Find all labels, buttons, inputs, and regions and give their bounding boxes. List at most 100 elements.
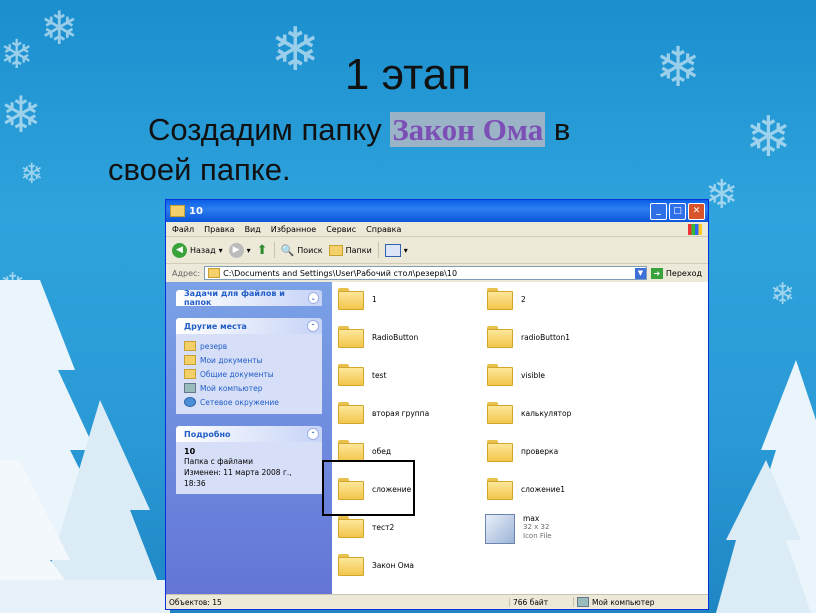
slide-instruction: Создадим папку Закон Ома в своей папке. bbox=[108, 110, 708, 190]
network-icon bbox=[184, 397, 196, 407]
place-item-my-documents[interactable]: Мои документы bbox=[184, 353, 314, 367]
forward-button[interactable]: ▶ ▾ bbox=[228, 242, 251, 258]
folder-icon bbox=[170, 205, 185, 217]
views-button[interactable]: ▾ bbox=[384, 243, 408, 257]
computer-icon bbox=[184, 383, 196, 393]
back-button[interactable]: ◀ Назад ▾ bbox=[172, 242, 223, 258]
snowflake-decoration: ❄ bbox=[745, 105, 792, 170]
snowflake-decoration: ❄ bbox=[20, 157, 44, 190]
menu-file[interactable]: Файл bbox=[172, 225, 194, 234]
details-panel-header[interactable]: Подробно ⌃ bbox=[176, 426, 322, 442]
folder-icon bbox=[487, 326, 513, 348]
status-bar: Объектов: 15 766 байт Мой компьютер bbox=[166, 594, 708, 609]
folder-item[interactable]: 1 bbox=[338, 288, 377, 310]
collapse-icon[interactable]: ⌃ bbox=[307, 428, 319, 440]
folder-item[interactable]: вторая группа bbox=[338, 402, 429, 424]
folder-icon bbox=[338, 326, 364, 348]
folder-item[interactable]: обед bbox=[338, 440, 391, 462]
file-item[interactable]: max 32 x 32 Icon File bbox=[485, 514, 552, 544]
folder-item[interactable]: тест2 bbox=[338, 516, 394, 538]
folder-label: 2 bbox=[521, 294, 526, 304]
place-item-network[interactable]: Сетевое окружение bbox=[184, 395, 314, 409]
highlight-frame bbox=[322, 460, 415, 516]
folder-icon bbox=[487, 478, 513, 500]
place-item-my-computer[interactable]: Мой компьютер bbox=[184, 381, 314, 395]
back-label: Назад bbox=[190, 245, 216, 255]
details-panel-title: Подробно bbox=[184, 429, 231, 439]
menu-favorites[interactable]: Избранное bbox=[271, 225, 316, 234]
back-arrow-icon: ◀ bbox=[172, 242, 187, 258]
explorer-window: 10 _ □ ✕ Файл Правка Вид Избранное Серви… bbox=[165, 199, 709, 610]
menu-view[interactable]: Вид bbox=[245, 225, 261, 234]
folder-item[interactable]: калькулятор bbox=[487, 402, 571, 424]
file-name: max bbox=[523, 514, 540, 523]
search-icon: 🔍 bbox=[280, 243, 295, 257]
details-type: Папка с файлами bbox=[184, 457, 253, 466]
menu-tools[interactable]: Сервис bbox=[326, 225, 356, 234]
menu-edit[interactable]: Правка bbox=[204, 225, 234, 234]
folder-item[interactable]: 2 bbox=[487, 288, 526, 310]
folder-item[interactable]: проверка bbox=[487, 440, 558, 462]
menu-help[interactable]: Справка bbox=[366, 225, 401, 234]
task-pane: Задачи для файлов и папок ⌄ Другие места… bbox=[166, 282, 332, 595]
status-size: 766 байт bbox=[509, 597, 573, 607]
folder-item[interactable]: radioButton1 bbox=[487, 326, 570, 348]
status-objects: Объектов: 15 bbox=[169, 597, 222, 607]
folder-icon bbox=[184, 341, 196, 351]
toolbar-separator bbox=[377, 242, 379, 258]
file-type: Icon File bbox=[523, 532, 552, 540]
folders-button[interactable]: Папки bbox=[328, 244, 372, 256]
address-value: C:\Documents and Settings\User\Рабочий с… bbox=[223, 268, 458, 278]
folder-label: visible bbox=[521, 370, 545, 380]
go-arrow-icon: ➜ bbox=[650, 267, 663, 279]
close-button[interactable]: ✕ bbox=[688, 202, 705, 220]
maximize-button[interactable]: □ bbox=[669, 202, 686, 220]
status-location: Мой компьютер bbox=[592, 597, 655, 607]
place-label: Общие документы bbox=[200, 369, 274, 379]
snowflake-decoration: ❄ bbox=[705, 172, 739, 218]
snowflake-decoration: ❄ bbox=[40, 1, 79, 55]
places-panel: Другие места ⌃ резерв Мои документы Общи… bbox=[176, 318, 322, 414]
address-bar: Адрес: C:\Documents and Settings\User\Ра… bbox=[166, 264, 708, 283]
folder-item[interactable]: test bbox=[338, 364, 386, 386]
tasks-panel-title: Задачи для файлов и папок bbox=[184, 289, 285, 307]
folder-label: калькулятор bbox=[521, 408, 572, 418]
address-dropdown-icon[interactable]: ▼ bbox=[634, 267, 646, 279]
folder-label: обед bbox=[372, 446, 392, 456]
go-label: Переход bbox=[665, 268, 702, 278]
folder-item[interactable]: сложение1 bbox=[487, 478, 565, 500]
place-item-shared-documents[interactable]: Общие документы bbox=[184, 367, 314, 381]
main-area: Задачи для файлов и папок ⌄ Другие места… bbox=[166, 282, 708, 595]
collapse-icon[interactable]: ⌃ bbox=[307, 320, 319, 332]
up-folder-button[interactable]: ⬆ bbox=[257, 243, 268, 258]
folder-item[interactable]: RadioButton bbox=[338, 326, 418, 348]
folder-icon bbox=[487, 402, 513, 424]
place-item-reserve[interactable]: резерв bbox=[184, 339, 314, 353]
toolbar: ◀ Назад ▾ ▶ ▾ ⬆ 🔍 Поиск Папки ▾ bbox=[166, 237, 708, 264]
windows-logo-icon bbox=[688, 223, 702, 235]
folder-icon bbox=[487, 288, 513, 310]
place-label: Мой компьютер bbox=[200, 383, 263, 393]
place-label: резерв bbox=[200, 341, 228, 351]
go-button[interactable]: ➜ Переход bbox=[650, 267, 702, 279]
search-button[interactable]: 🔍 Поиск bbox=[281, 244, 323, 257]
instruction-text-line2: своей папке. bbox=[108, 152, 291, 187]
folder-icon bbox=[338, 554, 364, 576]
folder-item-zakon-oma[interactable]: Закон Ома bbox=[338, 554, 414, 576]
folders-label: Папки bbox=[345, 245, 372, 255]
folder-item[interactable]: visible bbox=[487, 364, 545, 386]
slide-title: 1 этап bbox=[344, 50, 472, 99]
folder-label: radioButton1 bbox=[521, 332, 571, 342]
toolbar-separator bbox=[273, 242, 275, 258]
views-icon bbox=[384, 243, 401, 257]
tasks-panel-header[interactable]: Задачи для файлов и папок ⌄ bbox=[176, 289, 322, 307]
chevron-down-icon: ▾ bbox=[246, 245, 251, 255]
up-folder-icon: ⬆ bbox=[256, 242, 268, 258]
folder-label: RadioButton bbox=[372, 332, 419, 342]
expand-icon[interactable]: ⌄ bbox=[307, 292, 319, 304]
window-title: 10 bbox=[189, 205, 203, 217]
address-input[interactable]: C:\Documents and Settings\User\Рабочий с… bbox=[204, 266, 647, 280]
minimize-button[interactable]: _ bbox=[650, 202, 667, 220]
window-titlebar[interactable]: 10 _ □ ✕ bbox=[166, 200, 708, 222]
places-panel-header[interactable]: Другие места ⌃ bbox=[176, 318, 322, 334]
